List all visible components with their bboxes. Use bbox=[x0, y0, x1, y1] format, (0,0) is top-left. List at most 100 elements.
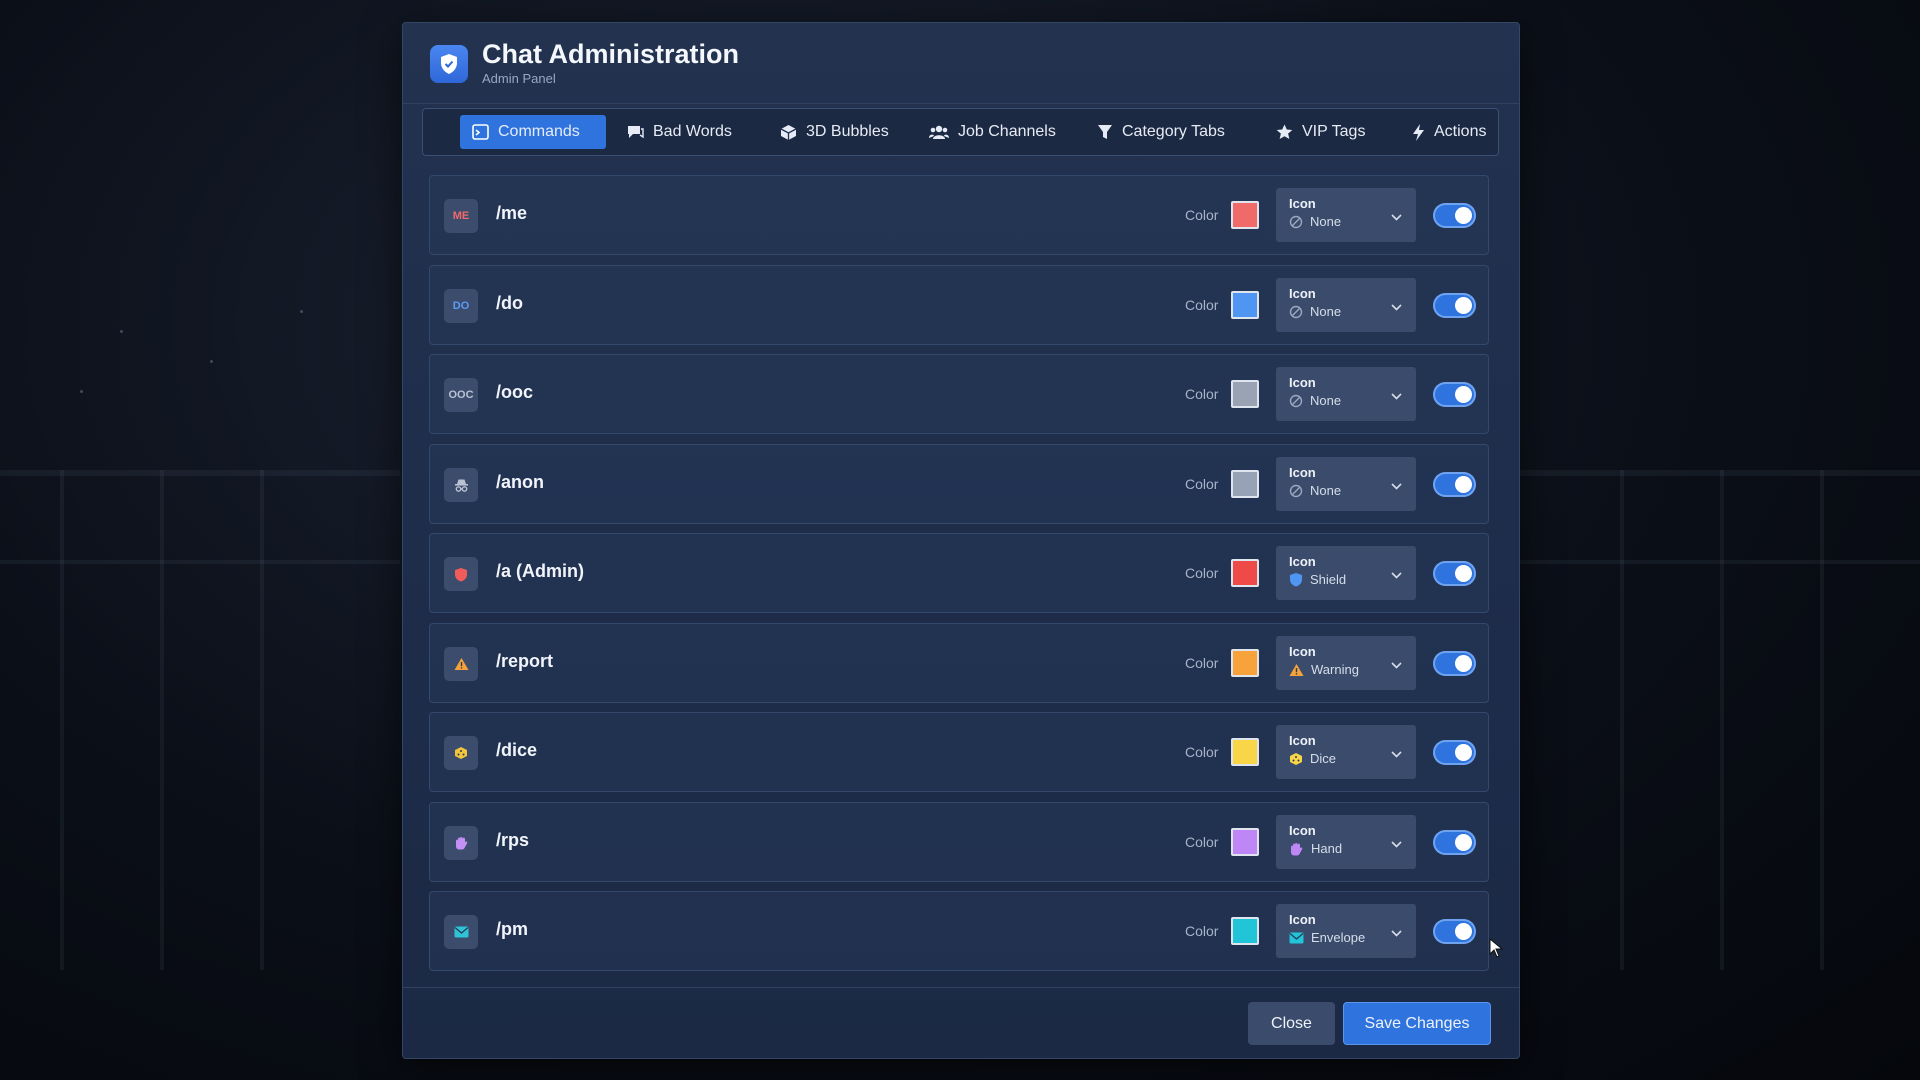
color-label: Color bbox=[1185, 476, 1219, 492]
icon-select-value: Shield bbox=[1289, 572, 1346, 587]
tab-label: Commands bbox=[498, 123, 580, 140]
star-icon bbox=[1276, 124, 1293, 139]
icon-select-value: None bbox=[1289, 483, 1341, 498]
icon-select-label: Icon bbox=[1289, 465, 1316, 480]
ban-icon bbox=[1289, 394, 1303, 408]
envelope-icon bbox=[1289, 932, 1304, 944]
chevron-down-icon bbox=[1391, 835, 1402, 853]
command-badge bbox=[444, 915, 478, 949]
icon-select-dropdown[interactable]: Icon None bbox=[1276, 188, 1416, 242]
tab-label: Actions bbox=[1434, 123, 1487, 140]
icon-value-text: None bbox=[1310, 214, 1342, 229]
save-changes-button[interactable]: Save Changes bbox=[1343, 1002, 1491, 1045]
icon-select-dropdown[interactable]: Icon Dice bbox=[1276, 725, 1416, 779]
command-name: /ooc bbox=[496, 382, 534, 402]
color-swatch[interactable] bbox=[1231, 470, 1259, 498]
bolt-icon bbox=[1413, 123, 1424, 141]
command-badge-text: OOC bbox=[448, 389, 474, 401]
command-badge bbox=[444, 647, 478, 681]
color-label: Color bbox=[1185, 655, 1219, 671]
enable-toggle[interactable] bbox=[1433, 203, 1476, 228]
ban-icon bbox=[1289, 215, 1303, 229]
color-swatch[interactable] bbox=[1231, 828, 1259, 856]
command-row: /rps Color Icon Hand bbox=[429, 802, 1489, 882]
toggle-knob bbox=[1455, 207, 1472, 224]
command-badge: DO bbox=[444, 289, 478, 323]
icon-select-dropdown[interactable]: Icon Envelope bbox=[1276, 904, 1416, 958]
enable-toggle[interactable] bbox=[1433, 830, 1476, 855]
tab-commands[interactable]: Commands bbox=[460, 115, 606, 149]
ban-icon bbox=[1289, 484, 1303, 498]
icon-select-label: Icon bbox=[1289, 196, 1316, 211]
close-button[interactable]: Close bbox=[1248, 1002, 1335, 1045]
tab-label: Category Tabs bbox=[1122, 123, 1225, 140]
command-badge bbox=[444, 826, 478, 860]
modal-footer: Close Save Changes bbox=[403, 987, 1519, 1058]
users-icon bbox=[929, 125, 949, 139]
color-label: Color bbox=[1185, 207, 1219, 223]
shield-icon bbox=[454, 567, 468, 582]
command-row: ME/me Color Icon None bbox=[429, 175, 1489, 255]
toggle-knob bbox=[1455, 565, 1472, 582]
command-row: /anon Color Icon None bbox=[429, 444, 1489, 524]
icon-select-dropdown[interactable]: Icon None bbox=[1276, 367, 1416, 421]
toggle-knob bbox=[1455, 655, 1472, 672]
toggle-knob bbox=[1455, 923, 1472, 940]
command-name: /report bbox=[496, 651, 554, 671]
color-swatch[interactable] bbox=[1231, 917, 1259, 945]
enable-toggle[interactable] bbox=[1433, 651, 1476, 676]
color-label: Color bbox=[1185, 565, 1219, 581]
icon-select-label: Icon bbox=[1289, 912, 1316, 927]
command-name: /dice bbox=[496, 740, 538, 760]
icon-select-dropdown[interactable]: Icon None bbox=[1276, 278, 1416, 332]
color-swatch[interactable] bbox=[1231, 649, 1259, 677]
shield-icon bbox=[1289, 572, 1303, 587]
command-row: OOC/ooc Color Icon None bbox=[429, 354, 1489, 434]
chevron-down-icon bbox=[1391, 566, 1402, 584]
tab-job-channels[interactable]: Job Channels bbox=[917, 115, 1068, 149]
enable-toggle[interactable] bbox=[1433, 919, 1476, 944]
command-badge-text: ME bbox=[452, 210, 470, 222]
icon-select-dropdown[interactable]: Icon Shield bbox=[1276, 546, 1416, 600]
toggle-knob bbox=[1455, 744, 1472, 761]
enable-toggle[interactable] bbox=[1433, 382, 1476, 407]
hand-icon bbox=[454, 836, 469, 850]
color-swatch[interactable] bbox=[1231, 559, 1259, 587]
tab-category-tabs[interactable]: Category Tabs bbox=[1085, 115, 1237, 149]
icon-select-dropdown[interactable]: Icon None bbox=[1276, 457, 1416, 511]
color-swatch[interactable] bbox=[1231, 291, 1259, 319]
color-swatch[interactable] bbox=[1231, 380, 1259, 408]
tab-bad-words[interactable]: Bad Words bbox=[614, 115, 744, 149]
icon-select-value: None bbox=[1289, 214, 1341, 229]
command-row: /a (Admin) Color Icon Shield bbox=[429, 533, 1489, 613]
chevron-down-icon bbox=[1391, 924, 1402, 942]
enable-toggle[interactable] bbox=[1433, 293, 1476, 318]
toggle-knob bbox=[1455, 834, 1472, 851]
icon-value-text: Hand bbox=[1311, 841, 1343, 856]
color-swatch[interactable] bbox=[1231, 738, 1259, 766]
icon-select-dropdown[interactable]: Icon Warning bbox=[1276, 636, 1416, 690]
tab-3d-bubbles[interactable]: 3D Bubbles bbox=[768, 115, 901, 149]
command-badge-text: DO bbox=[452, 300, 470, 312]
envelope-icon bbox=[454, 926, 469, 938]
chevron-down-icon bbox=[1391, 745, 1402, 763]
icon-select-dropdown[interactable]: Icon Hand bbox=[1276, 815, 1416, 869]
icon-value-text: Shield bbox=[1310, 572, 1347, 587]
icon-select-label: Icon bbox=[1289, 823, 1316, 838]
chevron-down-icon bbox=[1391, 477, 1402, 495]
tab-vip-tags[interactable]: VIP Tags bbox=[1264, 115, 1377, 149]
command-name: /do bbox=[496, 293, 523, 313]
command-badge bbox=[444, 468, 478, 502]
enable-toggle[interactable] bbox=[1433, 740, 1476, 765]
icon-select-label: Icon bbox=[1289, 733, 1316, 748]
enable-toggle[interactable] bbox=[1433, 472, 1476, 497]
command-row: /report Color Icon Warning bbox=[429, 623, 1489, 703]
enable-toggle[interactable] bbox=[1433, 561, 1476, 586]
tab-actions[interactable]: Actions bbox=[1400, 115, 1498, 149]
color-label: Color bbox=[1185, 297, 1219, 313]
icon-value-text: None bbox=[1310, 304, 1342, 319]
command-name: /pm bbox=[496, 919, 529, 939]
chevron-down-icon bbox=[1391, 656, 1402, 674]
color-swatch[interactable] bbox=[1231, 201, 1259, 229]
chat-admin-modal: Chat Administration Admin Panel Commands… bbox=[402, 22, 1520, 1059]
